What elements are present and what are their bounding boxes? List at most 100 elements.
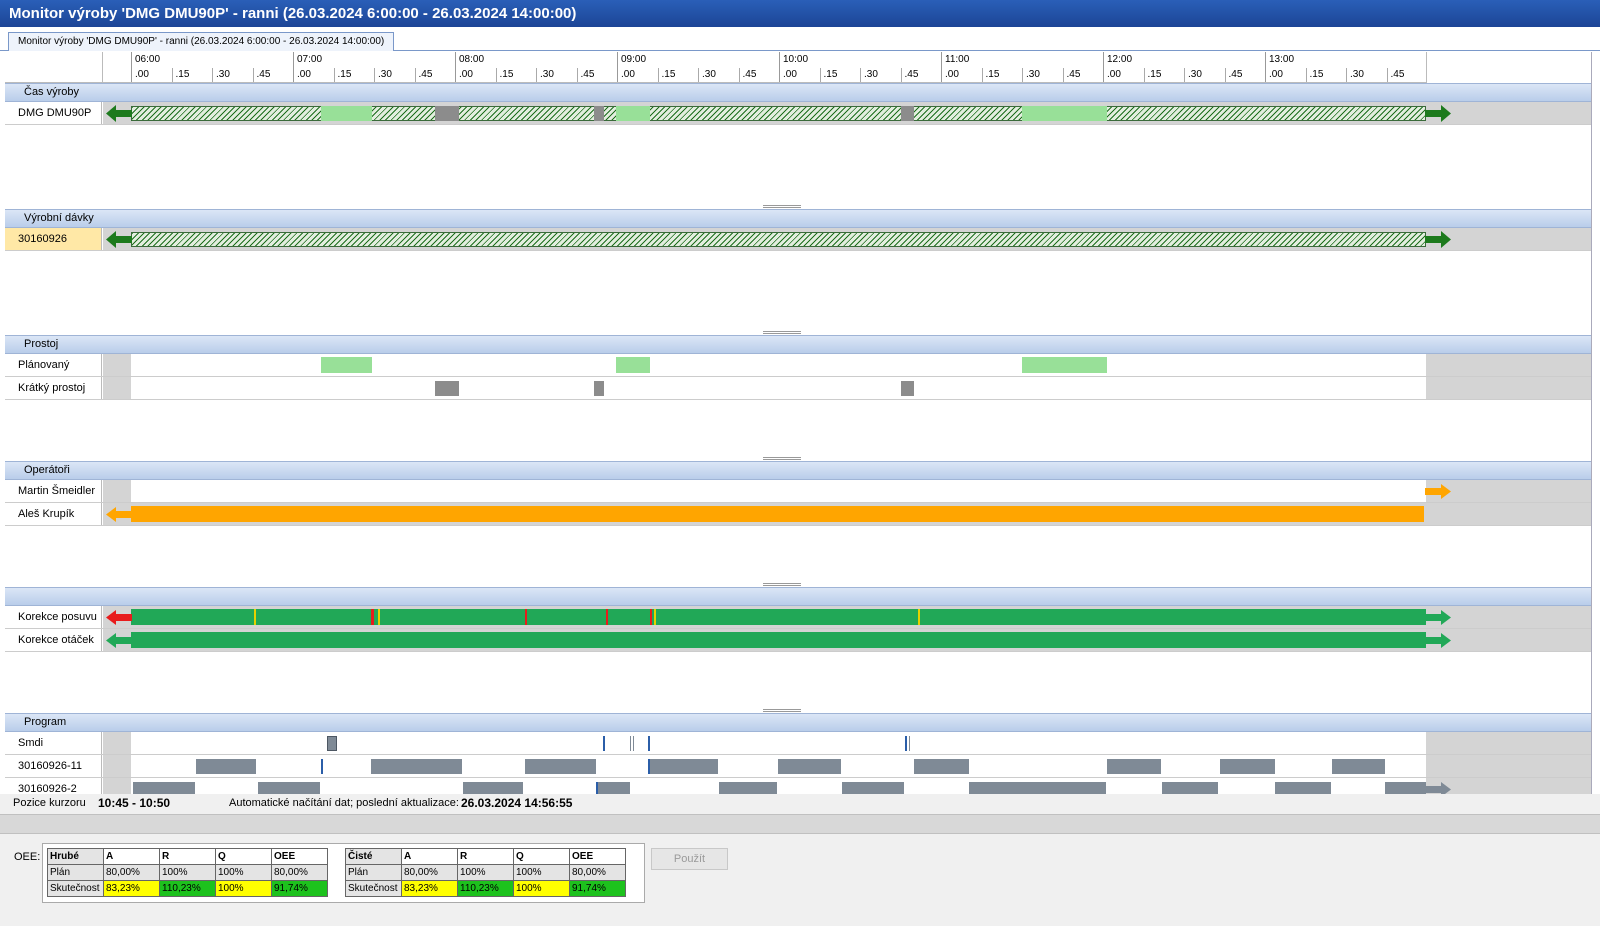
arrow-left-icon[interactable] (105, 230, 133, 249)
program-block[interactable] (648, 736, 650, 751)
planned-downtime-block[interactable] (616, 357, 650, 373)
row-label-speed: Korekce otáček (5, 629, 102, 651)
row-short[interactable]: Krátký prostoj (5, 377, 1591, 400)
program-block[interactable] (630, 736, 631, 751)
hour-label: 10:00 (783, 54, 809, 65)
program-block[interactable] (1332, 759, 1385, 774)
row-speed-correction[interactable]: Korekce otáček (5, 629, 1591, 652)
section-cas-vyroby[interactable]: Čas výroby (5, 83, 1591, 102)
planned-segment[interactable] (321, 106, 372, 121)
row-operator-1[interactable]: Martin Šmeidler (5, 480, 1591, 503)
quarter-tick (333, 68, 335, 82)
batch-bar[interactable] (131, 232, 1426, 247)
oee-cell: 110,23% (159, 880, 216, 897)
arrow-right-icon[interactable] (1424, 609, 1452, 626)
program-block[interactable] (914, 759, 969, 774)
planned-segment[interactable] (616, 106, 650, 121)
program-block[interactable] (648, 759, 718, 774)
hour-label: 12:00 (1107, 54, 1133, 65)
gantt-chart[interactable]: 06:00 .00 .15 .30 .45 07:00 .00 .15 .30 .45 08:00.… (5, 52, 1592, 812)
row-label-feed: Korekce posuvu (5, 606, 102, 628)
quarter-tick (738, 68, 740, 82)
row-program-11[interactable]: 30160926-11 (5, 755, 1591, 778)
correction-marker (650, 609, 652, 625)
program-block[interactable] (371, 759, 462, 774)
row-batch[interactable]: 30160926 (5, 228, 1591, 251)
section-vyrobni-davky[interactable]: Výrobní dávky (5, 209, 1591, 228)
section-korekce[interactable] (5, 587, 1591, 606)
quarter-tick (1386, 68, 1388, 82)
arrow-left-icon[interactable] (105, 632, 133, 649)
oee-cell: A (103, 848, 160, 865)
quarter-tick (495, 68, 497, 82)
quarter-tick (1022, 68, 1023, 82)
program-block[interactable] (321, 759, 323, 774)
oee-cell: 80,00% (569, 864, 626, 881)
feed-correction-bar[interactable] (131, 609, 1426, 625)
program-block[interactable] (196, 759, 256, 774)
section-splitter[interactable] (763, 583, 801, 586)
arrow-left-icon[interactable] (105, 609, 133, 626)
planned-downtime-block[interactable] (1022, 357, 1107, 373)
arrow-right-icon[interactable] (1424, 230, 1452, 249)
arrow-right-icon[interactable] (1424, 483, 1452, 500)
program-block[interactable] (525, 759, 596, 774)
program-block[interactable] (633, 736, 634, 751)
oee-cell: 100% (457, 864, 514, 881)
row-planned[interactable]: Plánovaný (5, 354, 1591, 377)
oee-cell: Q (215, 848, 272, 865)
section-prostoj[interactable]: Prostoj (5, 335, 1591, 354)
use-button[interactable]: Použít (651, 848, 728, 870)
quarter-tick (1346, 68, 1347, 82)
program-block[interactable] (327, 736, 337, 751)
program-block[interactable] (1107, 759, 1161, 774)
quarter-label: .00 (135, 69, 149, 80)
quarter-tick (657, 68, 659, 82)
quarter-label: .45 (742, 69, 757, 80)
short-segment[interactable] (435, 106, 459, 121)
section-program[interactable]: Program (5, 713, 1591, 732)
speed-correction-bar[interactable] (131, 632, 1426, 648)
row-label-machine: DMG DMU90P (5, 102, 102, 124)
row-label-operator-2: Aleš Krupík (5, 503, 102, 525)
short-segment[interactable] (594, 106, 604, 121)
quarter-label: .15 (1147, 69, 1162, 80)
oee-cell: Plán (47, 864, 104, 881)
quarter-tick (1224, 68, 1226, 82)
program-block[interactable] (603, 736, 605, 751)
short-segment[interactable] (901, 106, 914, 121)
quarter-label: .15 (499, 69, 514, 80)
quarter-label: .45 (418, 69, 433, 80)
program-block[interactable] (905, 736, 907, 751)
arrow-right-icon[interactable] (1424, 632, 1452, 649)
hour-label: 13:00 (1269, 54, 1295, 65)
section-splitter[interactable] (763, 331, 801, 334)
planned-segment[interactable] (1022, 106, 1107, 121)
arrow-left-icon[interactable] (105, 506, 133, 523)
panel-splitter[interactable] (0, 814, 1600, 834)
program-block[interactable] (1220, 759, 1275, 774)
section-splitter[interactable] (763, 709, 801, 712)
short-downtime-block[interactable] (901, 381, 914, 396)
section-operatori[interactable]: Operátoři (5, 461, 1591, 480)
row-program-smdi[interactable]: Smdi (5, 732, 1591, 755)
row-operator-2[interactable]: Aleš Krupík (5, 503, 1591, 526)
section-splitter[interactable] (763, 205, 801, 208)
row-label-short: Krátký prostoj (5, 377, 102, 399)
short-downtime-block[interactable] (435, 381, 459, 396)
tab-monitor[interactable]: Monitor výroby 'DMG DMU90P' - ranni (26.… (8, 32, 395, 51)
arrow-right-icon[interactable] (1424, 104, 1452, 123)
operator-bar[interactable] (131, 506, 1424, 522)
program-block[interactable] (778, 759, 841, 774)
planned-downtime-block[interactable] (321, 357, 372, 373)
arrow-left-icon[interactable] (105, 104, 133, 123)
correction-marker (525, 609, 527, 625)
short-downtime-block[interactable] (594, 381, 604, 396)
section-splitter[interactable] (763, 457, 801, 460)
quarter-label: .00 (783, 69, 797, 80)
program-block[interactable] (909, 736, 910, 751)
row-machine[interactable]: DMG DMU90P (5, 102, 1591, 125)
quarter-label: .00 (459, 69, 473, 80)
row-feed-correction[interactable]: Korekce posuvu (5, 606, 1591, 629)
time-header-end (1426, 52, 1591, 83)
